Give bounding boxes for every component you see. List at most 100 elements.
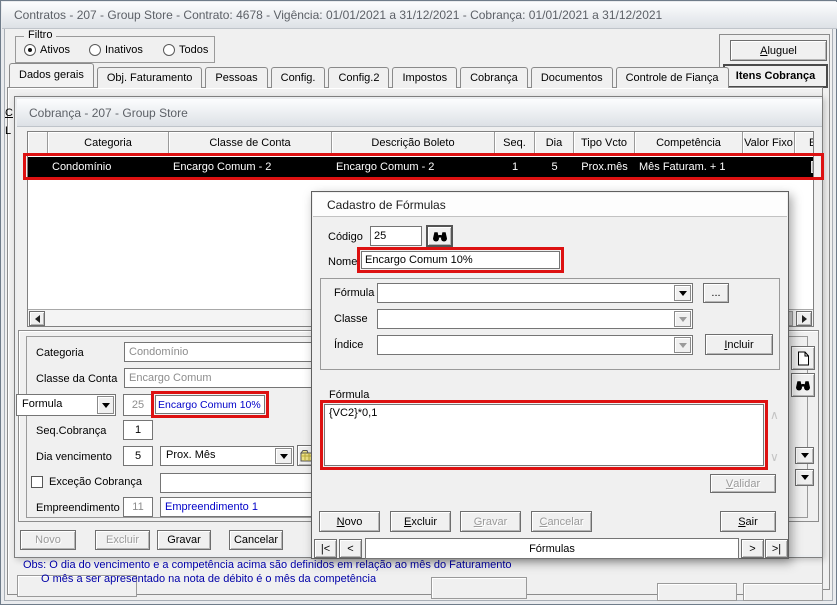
- table-header-categoria[interactable]: Categoria: [48, 132, 169, 154]
- table-header-tipo-vcto[interactable]: Tipo Vcto: [574, 132, 635, 154]
- table-header-valor-fixo[interactable]: Valor Fixo: [743, 132, 795, 154]
- filter-groupbox: Filtro Ativos Inativos Todos: [15, 29, 215, 63]
- tab-config[interactable]: Config.: [270, 67, 326, 88]
- tab-strip: Dados gerais Obj. Faturamento Pessoas Confi…: [9, 63, 729, 88]
- aluguel-button[interactable]: Aluguel: [730, 40, 827, 61]
- excecao-checkbox[interactable]: [31, 476, 43, 488]
- dia-vencimento-field[interactable]: 5: [123, 446, 153, 466]
- table-header-descricao-boleto[interactable]: Descrição Boleto: [332, 132, 495, 154]
- itens-cobranca-button[interactable]: Itens Cobrança: [723, 64, 828, 88]
- ghost-button-2: [657, 583, 737, 601]
- radio-inativos[interactable]: Inativos: [89, 44, 143, 56]
- formula-textarea[interactable]: {VC2}*0,1: [324, 404, 764, 466]
- formula-code-field[interactable]: 25: [123, 394, 153, 416]
- dlg-classe-combo[interactable]: [377, 309, 693, 329]
- dlg-formula-combo[interactable]: [377, 283, 693, 303]
- dlg-indice-arrow: [674, 337, 691, 353]
- dlg-formula-label: Fórmula: [334, 287, 375, 299]
- dlg-indice-combo[interactable]: [377, 335, 693, 355]
- scroll-down-icon[interactable]: ∨: [770, 450, 779, 464]
- dialog-gravar-button[interactable]: Gravar: [460, 511, 521, 532]
- selected-row-highlight: [23, 153, 824, 180]
- formula-name-highlight: [151, 391, 269, 418]
- nav-next-button[interactable]: >: [741, 539, 764, 558]
- dia-tipo-arrow[interactable]: [275, 448, 292, 464]
- categoria-label: Categoria: [36, 347, 84, 359]
- form-novo-button[interactable]: Novo: [20, 530, 76, 550]
- radio-todos[interactable]: Todos: [163, 44, 208, 56]
- tab-controle-fianca[interactable]: Controle de Fiança: [615, 67, 729, 88]
- table-header-seq[interactable]: Seq.: [495, 132, 535, 154]
- formula-selector-value: Formula: [22, 398, 63, 410]
- radio-inativos-icon[interactable]: [89, 44, 101, 56]
- tab-documentos[interactable]: Documentos: [530, 67, 613, 88]
- table-header-competencia[interactable]: Competência: [635, 132, 743, 154]
- radio-ativos-label: Ativos: [40, 44, 70, 56]
- tab-cobranca[interactable]: Cobrança: [460, 67, 528, 88]
- codigo-search-button[interactable]: [426, 225, 453, 247]
- hidden-combo-arrow-1[interactable]: [795, 447, 814, 464]
- table-header-row: Categoria Classe de Conta Descrição Bole…: [28, 132, 813, 154]
- hscroll-right-button[interactable]: [796, 311, 812, 326]
- tab-dados-gerais[interactable]: Dados gerais: [9, 63, 94, 87]
- formula-browse-button[interactable]: ...: [703, 283, 729, 303]
- cobranca-titlebar[interactable]: Cobrança - 207 - Group Store: [17, 99, 822, 127]
- dia-tipo-combo[interactable]: Prox. Mês: [160, 446, 294, 466]
- binoculars-icon: [432, 231, 447, 241]
- empreendimento-code-field[interactable]: 11: [123, 497, 153, 517]
- dlg-indice-label: Índice: [334, 339, 364, 351]
- dialog-sair-button[interactable]: Sair: [720, 511, 776, 532]
- nav-prev-button[interactable]: <: [339, 539, 362, 558]
- formula-selector-arrow[interactable]: [97, 396, 114, 414]
- tab-impostos[interactable]: Impostos: [392, 67, 458, 88]
- table-header-selector: [28, 132, 48, 154]
- nome-field[interactable]: Encargo Comum 10%: [361, 251, 560, 269]
- dialog-novo-button[interactable]: Novo: [319, 511, 380, 532]
- formula-selector-combo[interactable]: Formula: [16, 394, 116, 416]
- ghost-button-sair: [743, 583, 823, 601]
- validar-button[interactable]: Validar: [710, 474, 776, 493]
- dialog-cancelar-button[interactable]: Cancelar: [531, 511, 592, 532]
- nav-last-button[interactable]: >|: [765, 539, 788, 558]
- table-header-classe-de-conta[interactable]: Classe de Conta: [169, 132, 332, 154]
- seq-cobranca-field[interactable]: 1: [123, 420, 153, 440]
- form-excluir-button[interactable]: Excluir: [95, 530, 150, 550]
- incluir-button[interactable]: Incluir: [705, 334, 773, 355]
- radio-todos-label: Todos: [179, 44, 209, 56]
- tab-config2[interactable]: Config.2: [328, 67, 390, 88]
- chevron-down-icon: [678, 342, 687, 348]
- chevron-down-icon: [279, 453, 288, 459]
- nome-label: Nome: [328, 256, 358, 268]
- nav-first-button[interactable]: |<: [314, 539, 337, 558]
- chevron-down-icon: [800, 475, 809, 480]
- form-cancelar-button[interactable]: Cancelar: [229, 530, 283, 550]
- chevron-down-icon: [101, 402, 110, 408]
- obs-line2: O mês a ser apresentado na nota de débit…: [41, 573, 377, 585]
- codigo-field[interactable]: 25: [370, 226, 422, 246]
- search-record-button[interactable]: [791, 373, 815, 397]
- excecao-cobranca-toggle[interactable]: Exceção Cobrança: [31, 476, 142, 488]
- radio-ativos-icon[interactable]: [24, 44, 36, 56]
- hidden-combo-arrow-2[interactable]: [795, 469, 814, 486]
- form-gravar-button[interactable]: Gravar: [157, 530, 211, 550]
- seq-cobranca-label: Seq.Cobrança: [36, 425, 107, 437]
- hscroll-left-button[interactable]: [29, 311, 45, 326]
- dlg-classe-arrow: [674, 311, 691, 327]
- tab-pessoas[interactable]: Pessoas: [205, 67, 268, 88]
- radio-todos-icon[interactable]: [163, 44, 175, 56]
- new-record-button[interactable]: [791, 346, 815, 370]
- dlg-formula-arrow[interactable]: [674, 285, 691, 301]
- arrow-right-icon: [801, 314, 807, 323]
- cadastro-formulas-dialog: Cadastro de Fórmulas Código 25 Nome Enca…: [311, 191, 789, 559]
- nav-caption: Fórmulas: [365, 538, 739, 559]
- table-header-ext[interactable]: Ext: [795, 132, 813, 154]
- radio-ativos[interactable]: Ativos: [24, 44, 70, 56]
- chevron-down-icon: [678, 316, 687, 322]
- dialog-title: Cadastro de Fórmulas: [327, 197, 446, 212]
- main-titlebar[interactable]: Contratos - 207 - Group Store - Contrato…: [2, 2, 837, 29]
- tab-obj-faturamento[interactable]: Obj. Faturamento: [96, 67, 203, 88]
- dialog-titlebar[interactable]: Cadastro de Fórmulas: [313, 193, 787, 217]
- table-header-dia[interactable]: Dia: [535, 132, 574, 154]
- scroll-up-icon[interactable]: ∧: [770, 408, 779, 422]
- dialog-excluir-button[interactable]: Excluir: [390, 511, 451, 532]
